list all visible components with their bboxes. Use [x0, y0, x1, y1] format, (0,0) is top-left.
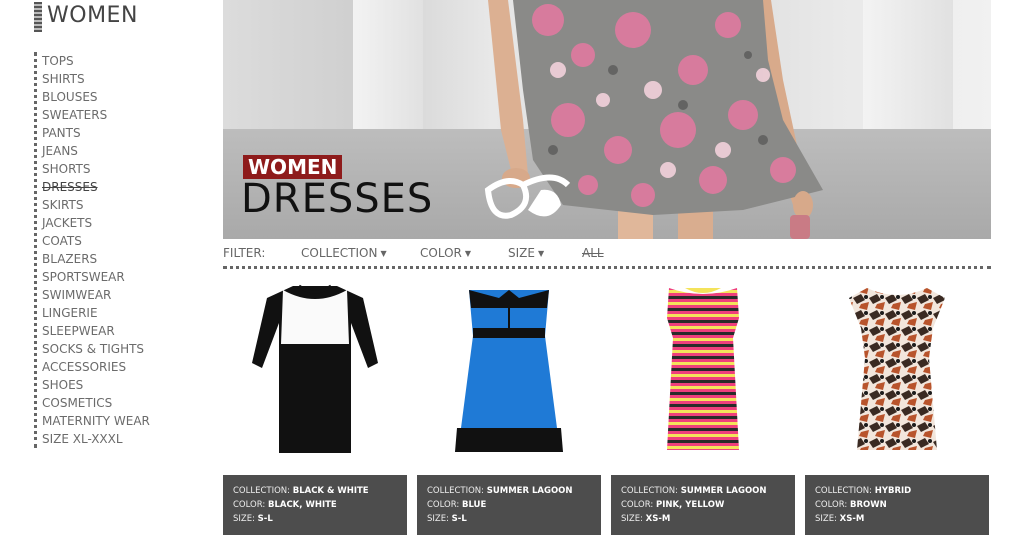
- sidebar-item-dresses[interactable]: DRESSES: [37, 178, 187, 196]
- product-card[interactable]: COLLECTION: BLACK & WHITE COLOR: BLACK, …: [223, 278, 407, 535]
- product-info: COLLECTION: HYBRID COLOR: BROWN SIZE: XS…: [805, 475, 989, 535]
- product-info: COLLECTION: SUMMER LAGOON COLOR: BLUE SI…: [417, 475, 601, 535]
- sidebar-item-swimwear[interactable]: SWIMWEAR: [37, 286, 187, 304]
- product-size: XS-M: [645, 514, 671, 524]
- color-label: COLOR:: [815, 500, 848, 510]
- caret-down-icon: ▼: [380, 249, 387, 258]
- sidebar-item-tops[interactable]: TOPS: [37, 52, 187, 70]
- product-image-blue-strapless-dress: [455, 290, 563, 452]
- sidebar-title-marker: [34, 2, 42, 32]
- sidebar-item-maternity-wear[interactable]: MATERNITY WEAR: [37, 412, 187, 430]
- sidebar-item-accessories[interactable]: ACCESSORIES: [37, 358, 187, 376]
- product-image-black-white-dress: [252, 284, 378, 453]
- filter-label: FILTER:: [223, 246, 266, 260]
- category-nav: TOPS SHIRTS BLOUSES SWEATERS PANTS JEANS…: [34, 52, 187, 448]
- product-collection: SUMMER LAGOON: [486, 486, 573, 496]
- collection-label: COLLECTION:: [815, 486, 873, 496]
- product-collection: BLACK & WHITE: [292, 486, 369, 496]
- collection-label: COLLECTION:: [233, 486, 291, 496]
- sidebar-item-cosmetics[interactable]: COSMETICS: [37, 394, 187, 412]
- product-size: S-L: [451, 514, 467, 524]
- hero-category-title: DRESSES: [241, 176, 434, 222]
- sidebar-title: WOMEN: [47, 3, 138, 28]
- filter-size-label: SIZE: [508, 246, 535, 260]
- product-color: BROWN: [849, 500, 887, 510]
- color-label: COLOR:: [621, 500, 654, 510]
- sidebar-item-sweaters[interactable]: SWEATERS: [37, 106, 187, 124]
- size-label: SIZE:: [427, 514, 449, 524]
- filter-color-dropdown[interactable]: COLOR ▼: [420, 246, 471, 260]
- caret-down-icon: ▼: [537, 249, 545, 258]
- caret-down-icon: ▼: [464, 249, 472, 258]
- product-size: XS-M: [839, 514, 865, 524]
- color-label: COLOR:: [233, 500, 266, 510]
- product-card[interactable]: COLLECTION: SUMMER LAGOON COLOR: PINK, Y…: [611, 278, 795, 535]
- product-collection: SUMMER LAGOON: [680, 486, 767, 496]
- product-collection: HYBRID: [874, 486, 912, 496]
- sidebar-item-lingerie[interactable]: LINGERIE: [37, 304, 187, 322]
- sidebar-item-blouses[interactable]: BLOUSES: [37, 88, 187, 106]
- filter-bar: FILTER: COLLECTION ▼ COLOR ▼ SIZE ▼ ALL: [223, 240, 991, 269]
- sidebar-item-shoes[interactable]: SHOES: [37, 376, 187, 394]
- size-label: SIZE:: [621, 514, 643, 524]
- sidebar-item-coats[interactable]: COATS: [37, 232, 187, 250]
- product-size: S-L: [257, 514, 273, 524]
- product-info: COLLECTION: SUMMER LAGOON COLOR: PINK, Y…: [611, 475, 795, 535]
- sidebar-item-skirts[interactable]: SKIRTS: [37, 196, 187, 214]
- product-color: PINK, YELLOW: [655, 500, 725, 510]
- filter-collection-dropdown[interactable]: COLLECTION ▼: [301, 246, 387, 260]
- sidebar-item-blazers[interactable]: BLAZERS: [37, 250, 187, 268]
- filter-size-dropdown[interactable]: SIZE ▼: [508, 246, 544, 260]
- sidebar-item-sleepwear[interactable]: SLEEPWEAR: [37, 322, 187, 340]
- filter-color-label: COLOR: [420, 246, 462, 260]
- collection-label: COLLECTION:: [427, 486, 485, 496]
- size-label: SIZE:: [815, 514, 837, 524]
- product-image-striped-dress: [667, 288, 739, 450]
- sidebar-item-sportswear[interactable]: SPORTSWEAR: [37, 268, 187, 286]
- color-label: COLOR:: [427, 500, 460, 510]
- size-label: SIZE:: [233, 514, 255, 524]
- sidebar-item-jeans[interactable]: JEANS: [37, 142, 187, 160]
- sidebar-item-shirts[interactable]: SHIRTS: [37, 70, 187, 88]
- sidebar-item-socks-tights[interactable]: SOCKS & TIGHTS: [37, 340, 187, 358]
- product-card[interactable]: COLLECTION: SUMMER LAGOON COLOR: BLUE SI…: [417, 278, 601, 535]
- sidebar-item-size-xl-xxxl[interactable]: SIZE XL-XXXL: [37, 430, 187, 448]
- product-image-print-dress: [849, 288, 945, 450]
- product-color: BLACK, WHITE: [267, 500, 337, 510]
- sidebar-item-shorts[interactable]: SHORTS: [37, 160, 187, 178]
- product-card[interactable]: COLLECTION: HYBRID COLOR: BROWN SIZE: XS…: [805, 278, 989, 535]
- filter-all-link[interactable]: ALL: [582, 246, 604, 260]
- collection-label: COLLECTION:: [621, 486, 679, 496]
- product-color: BLUE: [461, 500, 487, 510]
- sidebar-item-jackets[interactable]: JACKETS: [37, 214, 187, 232]
- sidebar-item-pants[interactable]: PANTS: [37, 124, 187, 142]
- filter-collection-label: COLLECTION: [301, 246, 378, 260]
- product-info: COLLECTION: BLACK & WHITE COLOR: BLACK, …: [223, 475, 407, 535]
